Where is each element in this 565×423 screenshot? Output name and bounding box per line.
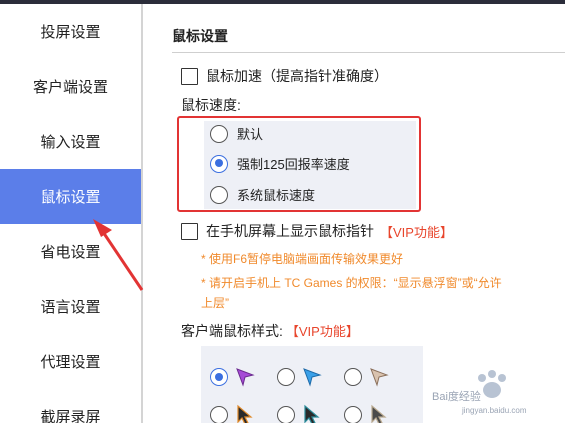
sidebar-item-label: 代理设置	[40, 354, 101, 371]
sidebar-item-screenshot-record[interactable]: 截屏录屏	[0, 389, 141, 423]
show-pointer-checkbox[interactable]	[181, 222, 198, 240]
show-pointer-label: 在手机屏幕上显示鼠标指针	[206, 223, 374, 239]
show-pointer-option[interactable]: 在手机屏幕上显示鼠标指针 【VIP功能】	[181, 221, 453, 241]
radio-button-selected[interactable]	[210, 368, 228, 386]
sidebar-item-label: 输入设置	[40, 134, 101, 151]
purple-cursor-icon	[236, 368, 255, 387]
mouse-speed-label: 鼠标速度:	[181, 97, 241, 113]
sidebar-item-cast-settings[interactable]: 投屏设置	[0, 4, 141, 59]
watermark-url: jingyan.baidu.com	[462, 406, 527, 415]
speed-option-system[interactable]: 系统鼠标速度	[210, 185, 315, 204]
cursor-style-label: 客户端鼠标样式: 【VIP功能】	[181, 321, 359, 341]
vip-badge: 【VIP功能】	[285, 324, 359, 339]
cursor-style-text: 客户端鼠标样式:	[181, 323, 283, 339]
dark-gray-cursor-icon	[371, 404, 387, 423]
speed-option-label: 强制125回报率速度	[237, 157, 350, 172]
section-divider	[172, 52, 565, 53]
cursor-option-5[interactable]	[277, 404, 323, 423]
radio-button[interactable]	[277, 368, 295, 386]
mouse-settings-panel: 鼠标设置 鼠标加速（提高指针准确度） 鼠标速度: 默认 强制125回报率速度 系…	[143, 4, 565, 423]
radio-button[interactable]	[344, 368, 362, 386]
section-title: 鼠标设置	[172, 28, 228, 44]
blue-cursor-icon	[303, 368, 322, 387]
sidebar-item-power-settings[interactable]: 省电设置	[0, 224, 141, 279]
mouse-accel-option[interactable]: 鼠标加速（提高指针准确度）	[181, 66, 388, 86]
speed-option-label: 默认	[237, 127, 264, 142]
tip-note: 上层”	[201, 296, 229, 310]
mouse-accel-checkbox[interactable]	[181, 67, 198, 85]
sidebar-item-label: 客户端设置	[32, 79, 108, 96]
watermark-brand: Bai度经验	[432, 391, 481, 403]
sidebar-item-label: 投屏设置	[40, 24, 101, 41]
sidebar-item-label: 截屏录屏	[40, 409, 101, 423]
beige-cursor-icon	[370, 368, 389, 387]
cursor-option-4[interactable]	[210, 404, 256, 423]
radio-button[interactable]	[344, 406, 362, 423]
sidebar-item-label: 省电设置	[40, 244, 101, 261]
tip-note: * 使用F6暂停电脑端画面传输效果更好	[201, 252, 404, 266]
baidu-jingyan-watermark: Bai度经验 jingyan.baidu.com	[432, 368, 562, 418]
tip-note: * 请开启手机上 TC Games 的权限：“显示悬浮窗”或“允许	[201, 276, 502, 290]
sidebar-item-label: 语言设置	[40, 299, 101, 316]
mouse-accel-label: 鼠标加速（提高指针准确度）	[206, 68, 388, 84]
dark-teal-cursor-icon	[304, 404, 320, 423]
speed-option-forced-125[interactable]: 强制125回报率速度	[210, 154, 350, 173]
dark-orange-cursor-icon	[237, 404, 253, 423]
cursor-option-6[interactable]	[344, 404, 390, 423]
vip-badge: 【VIP功能】	[380, 224, 453, 240]
sidebar-item-client-settings[interactable]: 客户端设置	[0, 59, 141, 114]
radio-button[interactable]	[277, 406, 295, 423]
sidebar-item-label: 鼠标设置	[40, 189, 101, 206]
radio-button[interactable]	[210, 185, 228, 204]
sidebar-item-mouse-settings[interactable]: 鼠标设置	[0, 169, 141, 224]
radio-button[interactable]	[210, 406, 228, 423]
radio-button[interactable]	[210, 124, 228, 143]
radio-button-selected[interactable]	[210, 154, 228, 173]
sidebar-item-language-settings[interactable]: 语言设置	[0, 279, 141, 334]
speed-option-default[interactable]: 默认	[210, 124, 263, 143]
sidebar-item-input-settings[interactable]: 输入设置	[0, 114, 141, 169]
cursor-option-3[interactable]	[344, 366, 390, 388]
sidebar-item-proxy-settings[interactable]: 代理设置	[0, 334, 141, 389]
cursor-option-2[interactable]	[277, 366, 323, 388]
settings-sidebar: 投屏设置 客户端设置 输入设置 鼠标设置 省电设置 语言设置 代理设置 截屏录屏	[0, 4, 141, 423]
speed-option-label: 系统鼠标速度	[237, 188, 316, 203]
cursor-option-1[interactable]	[210, 366, 256, 388]
